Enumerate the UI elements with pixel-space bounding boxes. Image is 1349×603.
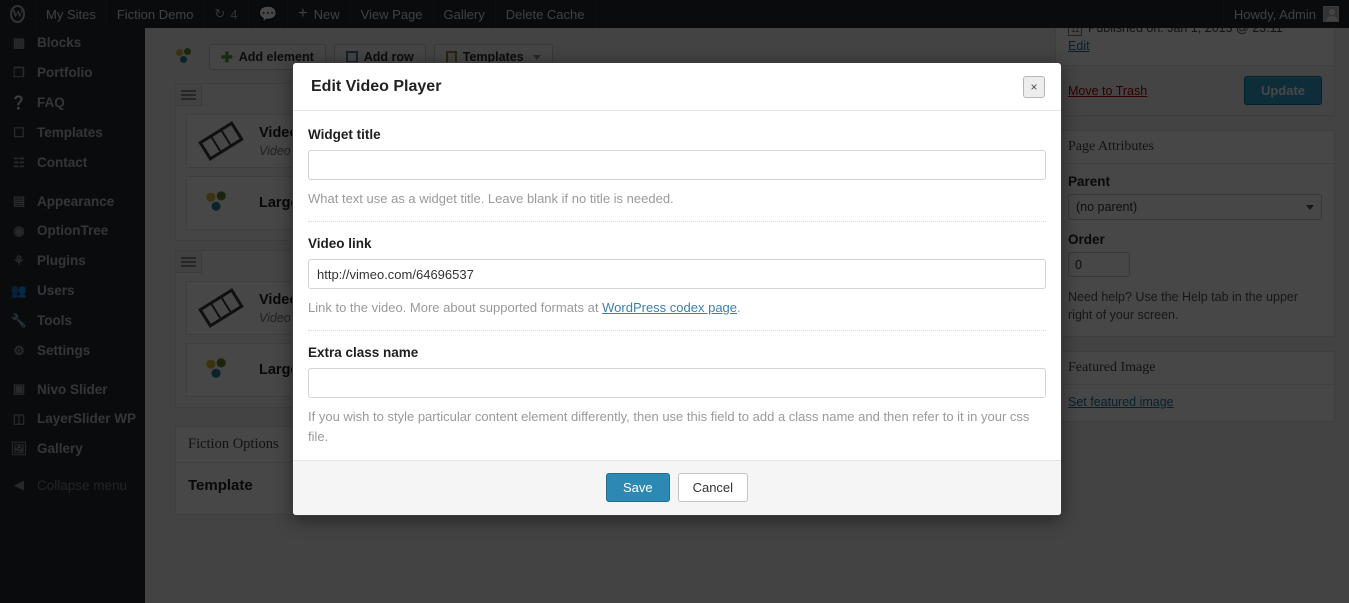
save-button[interactable]: Save: [605, 472, 670, 502]
field-extra-class-name: Extra class name If you wish to style pa…: [308, 331, 1046, 459]
widget-title-input[interactable]: [308, 150, 1046, 180]
description-text-post: .: [737, 300, 741, 316]
field-video-link: Video link http://vimeo.com/64696537 Lin…: [308, 222, 1046, 332]
video-link-description: Link to the video. More about supported …: [308, 298, 1046, 318]
widget-title-description: What text use as a widget title. Leave b…: [308, 189, 1046, 209]
edit-video-player-modal: Edit Video Player × Widget title What te…: [292, 62, 1062, 516]
description-text: What text use as a widget title. Leave b…: [308, 191, 674, 206]
video-link-label: Video link: [308, 236, 372, 252]
field-widget-title: Widget title What text use as a widget t…: [308, 113, 1046, 223]
modal-body: Widget title What text use as a widget t…: [293, 111, 1061, 460]
modal-footer: Save Cancel: [293, 459, 1061, 515]
widget-title-label: Widget title: [308, 127, 381, 142]
video-link-value: http://vimeo.com/64696537: [317, 266, 474, 282]
extra-class-name-input[interactable]: [308, 368, 1046, 399]
modal-header: Edit Video Player ×: [293, 63, 1061, 111]
description-text: If you wish to style particular content …: [308, 409, 1030, 445]
close-icon-glyph: ×: [1030, 80, 1038, 94]
extra-class-name-label: Extra class name: [308, 345, 419, 361]
description-text: Link to the video. More about supported …: [308, 300, 603, 316]
extra-class-name-description: If you wish to style particular content …: [308, 407, 1046, 447]
close-icon[interactable]: ×: [1023, 76, 1045, 98]
cancel-button[interactable]: Cancel: [677, 472, 749, 502]
modal-title: Edit Video Player: [311, 78, 442, 95]
wordpress-codex-page-link[interactable]: WordPress codex page: [602, 300, 737, 315]
video-link-input[interactable]: http://vimeo.com/64696537: [308, 259, 1046, 290]
